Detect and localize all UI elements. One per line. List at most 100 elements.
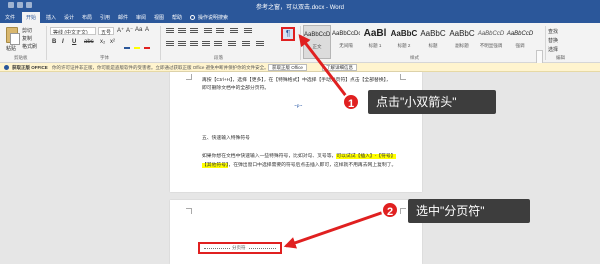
crop-mark bbox=[400, 208, 406, 214]
text-run: 【其他符号】 bbox=[202, 163, 229, 168]
crop-mark bbox=[400, 74, 406, 80]
text-run: ~p~ bbox=[294, 104, 303, 109]
tab-references[interactable]: 引用 bbox=[100, 14, 110, 21]
underline-button[interactable]: U bbox=[72, 39, 76, 45]
text-run: ，在弹出窗口中选择需要的符号后点击插入即可，这样就不用再去网上复制了。 bbox=[228, 163, 397, 168]
font-name-select[interactable]: 等线 (中文正文) bbox=[50, 27, 96, 35]
text-run: 再按【Ctrl+H】，选择【更多】，在【特殊格式】中选择【手动分页符】点击【全部… bbox=[202, 78, 391, 83]
tab-mailings[interactable]: 邮件 bbox=[118, 14, 128, 21]
align-left-icon[interactable] bbox=[166, 41, 174, 47]
page-break-label: 分页符 bbox=[230, 245, 248, 251]
change-case-button[interactable]: Aa bbox=[135, 27, 142, 33]
increase-indent-icon[interactable] bbox=[216, 28, 224, 34]
ribbon-tabs: 文件 开始 插入 设计 布局 引用 邮件 审阅 视图 帮助 操作说明搜索 bbox=[0, 12, 600, 23]
style-subtitle[interactable]: AaBbC 副标题 bbox=[448, 25, 476, 59]
font-size-select[interactable]: 五号 bbox=[98, 27, 114, 36]
text-effects-icon[interactable] bbox=[124, 47, 130, 49]
highlight-color-icon[interactable] bbox=[134, 47, 140, 49]
superscript-button[interactable]: x² bbox=[110, 39, 115, 45]
replace-button[interactable]: 替换 bbox=[548, 37, 558, 44]
shading-icon[interactable] bbox=[242, 41, 250, 47]
text-run: 如果你想在文档中快速输入一些特殊符号，比如对勾、叉号等， bbox=[202, 154, 337, 159]
clipboard-group-label: 剪贴板 bbox=[14, 55, 28, 60]
clear-format-button[interactable]: A bbox=[145, 27, 149, 33]
group-divider bbox=[545, 26, 546, 60]
show-hide-marks-button[interactable]: ¶ bbox=[281, 27, 295, 41]
paragraph-group-label: 段落 bbox=[214, 55, 223, 60]
title-bar: 参考之窗，可以双击.docx - Word bbox=[0, 0, 600, 12]
font-color-icon[interactable] bbox=[144, 47, 150, 49]
tab-layout[interactable]: 布局 bbox=[82, 14, 92, 21]
bold-button[interactable]: B bbox=[52, 39, 56, 45]
style-normal[interactable]: AaBbCcDc正文 bbox=[303, 25, 331, 59]
format-painter-button[interactable]: 格式刷 bbox=[22, 43, 37, 50]
license-message-bar: 获取正版 OFFICE 你的许可证并非正版，你可能是盗版软件的受害者。立即通过获… bbox=[0, 63, 600, 72]
paragraph-line: 即可删除文档中的全部分页符。 bbox=[202, 84, 269, 91]
info-icon bbox=[4, 65, 9, 70]
step-number-badge: 1 bbox=[342, 93, 360, 111]
italic-button[interactable]: I bbox=[62, 39, 64, 45]
tab-home[interactable]: 开始 bbox=[22, 12, 41, 23]
instruction-bubble: 点击"小双箭头" bbox=[368, 90, 496, 114]
styles-group-label: 样式 bbox=[410, 55, 419, 60]
line-spacing-icon[interactable] bbox=[228, 41, 236, 47]
paragraph-line: ~p~ bbox=[294, 104, 302, 109]
message-text: 你的许可证并非正版，你可能是盗版软件的受害者。立即通过获取正版 Office 避… bbox=[52, 65, 269, 70]
editing-group-label: 编辑 bbox=[556, 55, 565, 60]
multilevel-list-icon[interactable] bbox=[190, 28, 198, 34]
align-center-icon[interactable] bbox=[178, 41, 186, 47]
tab-insert[interactable]: 插入 bbox=[46, 14, 56, 21]
text-run: 可以试试【插入】-【符号】 bbox=[336, 154, 396, 159]
decrease-indent-icon[interactable] bbox=[204, 28, 212, 34]
grow-font-button[interactable]: A⁺ bbox=[117, 27, 124, 34]
align-right-icon[interactable] bbox=[190, 41, 198, 47]
justify-icon[interactable] bbox=[202, 41, 210, 47]
tab-file[interactable]: 文件 bbox=[5, 14, 15, 21]
page-break-marker[interactable]: 分页符 bbox=[198, 242, 282, 254]
tab-view[interactable]: 视图 bbox=[154, 14, 164, 21]
crop-mark bbox=[186, 208, 192, 214]
numbering-icon[interactable] bbox=[178, 28, 186, 34]
style-emphasis[interactable]: AaBbCcD 强调 bbox=[506, 25, 534, 59]
ribbon-home: 粘贴 剪切 复制 格式刷 剪贴板 等线 (中文正文) 五号 A⁺ A⁻ Aa A… bbox=[0, 23, 600, 78]
crop-mark bbox=[186, 74, 192, 80]
copy-button[interactable]: 复制 bbox=[22, 35, 32, 42]
step-number-badge: 2 bbox=[381, 201, 399, 219]
tab-review[interactable]: 审阅 bbox=[136, 14, 146, 21]
paragraph-line: 再按【Ctrl+H】，选择【更多】，在【特殊格式】中选择【手动分页符】点击【全部… bbox=[202, 76, 391, 83]
bullets-icon[interactable] bbox=[166, 28, 174, 34]
shrink-font-button[interactable]: A⁻ bbox=[126, 27, 133, 34]
paste-button-label[interactable]: 粘贴 bbox=[6, 45, 16, 52]
borders-icon[interactable] bbox=[256, 41, 264, 47]
group-divider bbox=[46, 26, 47, 60]
style-heading-1[interactable]: AaBl 标题 1 bbox=[361, 25, 389, 59]
font-group-label: 字体 bbox=[100, 55, 109, 60]
style-subtle-emphasis[interactable]: AaBbCcD 不明显强调 bbox=[477, 25, 505, 59]
sort-icon[interactable] bbox=[244, 28, 252, 34]
text-run: 即可删除文档中的全部分页符。 bbox=[202, 86, 270, 91]
get-genuine-button[interactable]: 获取正版 Office bbox=[268, 64, 307, 71]
chinese-layout-icon[interactable] bbox=[230, 28, 238, 34]
paste-icon[interactable] bbox=[6, 27, 20, 45]
style-no-spacing[interactable]: AaBbCcDc 无间隔 bbox=[332, 25, 360, 59]
message-title: 获取正版 OFFICE bbox=[12, 65, 48, 70]
text-run: 五、快速输入特殊符号 bbox=[202, 136, 250, 141]
style-heading-2[interactable]: AaBbC 标题 2 bbox=[390, 25, 418, 59]
tell-me-search[interactable]: 操作说明搜索 bbox=[190, 14, 228, 21]
tab-help[interactable]: 帮助 bbox=[172, 14, 182, 21]
tab-design[interactable]: 设计 bbox=[64, 14, 74, 21]
document-area[interactable]: 再按【Ctrl+H】，选择【更多】，在【特殊格式】中选择【手动分页符】点击【全部… bbox=[0, 72, 600, 264]
style-title[interactable]: AaBbC 标题 bbox=[419, 25, 447, 59]
cut-button[interactable]: 剪切 bbox=[22, 27, 32, 34]
paragraph-line: 【其他符号】，在弹出窗口中选择需要的符号后点击插入即可，这样就不用再去网上复制了… bbox=[202, 161, 396, 168]
strikethrough-button[interactable]: abc bbox=[84, 39, 94, 45]
find-button[interactable]: 查找 bbox=[548, 28, 558, 35]
learn-more-button[interactable]: 了解详细信息 bbox=[322, 64, 357, 71]
instruction-bubble: 选中"分页符" bbox=[408, 199, 530, 223]
lightbulb-icon bbox=[190, 15, 195, 21]
select-button[interactable]: 选择 bbox=[548, 46, 558, 53]
distributed-icon[interactable] bbox=[214, 41, 222, 47]
paragraph-line: 五、快速输入特殊符号 bbox=[202, 134, 250, 141]
paragraph-line: 如果你想在文档中快速输入一些特殊符号，比如对勾、叉号等，可以试试【插入】-【符号… bbox=[202, 152, 396, 159]
subscript-button[interactable]: x₂ bbox=[100, 39, 105, 45]
